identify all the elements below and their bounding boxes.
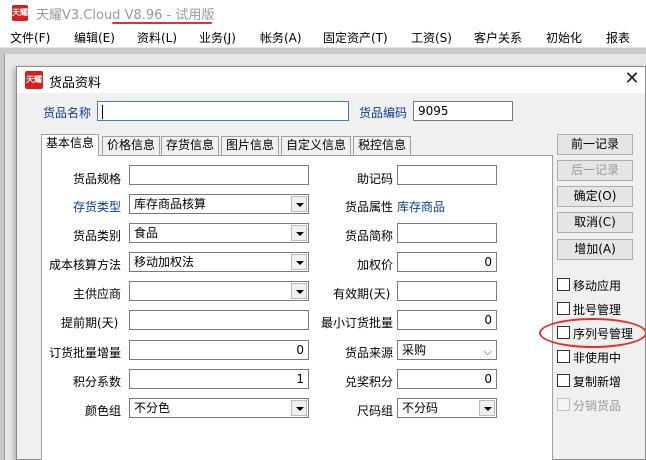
stock-type-select[interactable]: 库存商品核算 — [129, 194, 309, 214]
copy-new-label: 复制新增 — [573, 375, 622, 389]
memo-code-label: 助记码 — [357, 172, 394, 186]
category-select[interactable]: 食品 — [129, 223, 309, 243]
menu-business[interactable]: 业务(J) — [199, 29, 236, 46]
ok-button[interactable]: 确定(O) — [557, 186, 633, 207]
redeem-input[interactable]: 0 — [397, 369, 497, 389]
chevron-down-icon[interactable] — [291, 196, 307, 212]
spec-input[interactable] — [129, 165, 309, 185]
source-label: 货品来源 — [345, 346, 394, 360]
size-group-value: 不分码 — [402, 401, 439, 415]
valid-days-input[interactable] — [397, 281, 497, 301]
dialog-title: 货品资料 — [49, 76, 102, 91]
cost-method-value: 移动加权法 — [134, 255, 195, 269]
size-group-label: 尺码组 — [357, 404, 394, 418]
inactive-checkbox[interactable] — [557, 350, 570, 363]
chevron-down-icon[interactable] — [291, 400, 307, 416]
tab-basic-info[interactable]: 基本信息 — [41, 134, 100, 156]
supplier-label: 主供应商 — [73, 287, 122, 301]
goods-name-label: 货品名称 — [43, 106, 92, 120]
goods-name-input[interactable] — [97, 101, 349, 121]
menubar: 文件(F) 编辑(E) 资料(L) 业务(J) 帐务(A) 固定资产(T) 工资… — [0, 26, 646, 48]
stock-type-label: 存货类型 — [73, 200, 122, 214]
goods-dialog: 天耀 货品资料 ✕ 货品名称 货品编码 9095 基本信息 价格信息 存货信息 … — [16, 66, 646, 460]
stock-type-value: 库存商品核算 — [134, 197, 207, 211]
chevron-down-icon[interactable] — [291, 283, 307, 299]
inactive-label: 非使用中 — [573, 351, 622, 365]
copy-new-checkbox[interactable] — [557, 374, 570, 387]
memo-code-input[interactable] — [397, 165, 497, 185]
cost-method-select[interactable]: 移动加权法 — [129, 252, 309, 272]
color-group-value: 不分色 — [134, 401, 171, 415]
highlight-ellipse — [539, 318, 646, 348]
lead-days-label: 提前期(天) — [61, 316, 119, 330]
distribute-checkbox — [557, 398, 570, 411]
chevron-down-icon[interactable] — [291, 225, 307, 241]
tab-tax-info[interactable]: 税控信息 — [353, 136, 412, 155]
menu-reports[interactable]: 报表 — [606, 29, 630, 46]
chevron-down-icon[interactable] — [291, 254, 307, 270]
short-name-label: 货品简称 — [345, 229, 394, 243]
mobile-app-label: 移动应用 — [573, 279, 622, 293]
tab-price-info[interactable]: 价格信息 — [102, 136, 161, 155]
app-title-prefix: 天耀V3.Cloud — [36, 8, 125, 23]
tab-image-info[interactable]: 图片信息 — [221, 136, 280, 155]
app-title: 天耀V3.Cloud V8.96 - 试用版 — [36, 4, 214, 23]
points-label: 积分系数 — [73, 375, 122, 389]
weighted-price-input[interactable]: 0 — [397, 252, 497, 272]
min-batch-input[interactable]: 0 — [397, 310, 497, 330]
tab-custom-info[interactable]: 自定义信息 — [281, 136, 352, 155]
batch-inc-input[interactable]: 0 — [129, 340, 309, 360]
category-value: 食品 — [134, 226, 159, 240]
close-icon[interactable]: ✕ — [621, 69, 643, 91]
goods-code-input[interactable]: 9095 — [413, 101, 513, 121]
color-group-label: 颜色组 — [85, 404, 122, 418]
goods-code-label: 货品编码 — [359, 106, 408, 120]
menu-payroll[interactable]: 工资(S) — [411, 29, 452, 46]
text-caret — [102, 104, 103, 119]
short-name-input[interactable] — [397, 223, 497, 243]
cancel-button[interactable]: 取消(C) — [557, 212, 633, 233]
menu-crm[interactable]: 客户关系 — [474, 29, 522, 46]
menu-fixed-assets[interactable]: 固定资产(T) — [323, 29, 388, 46]
chevron-down-icon[interactable]: ⌵ — [484, 343, 492, 361]
min-batch-label: 最小订货批量 — [321, 316, 394, 330]
dialog-logo-icon: 天耀 — [25, 71, 43, 89]
weighted-price-label: 加权价 — [357, 258, 394, 272]
color-group-select[interactable]: 不分色 — [129, 398, 309, 418]
mobile-app-checkbox[interactable] — [557, 278, 570, 291]
size-group-select[interactable]: 不分码 — [397, 398, 497, 418]
source-value: 采购 — [402, 343, 427, 357]
menu-file[interactable]: 文件(F) — [10, 29, 50, 46]
menu-accounts[interactable]: 帐务(A) — [260, 29, 302, 46]
version-underline — [112, 22, 212, 24]
dialog-titlebar: 天耀 货品资料 ✕ — [17, 67, 645, 93]
menu-data[interactable]: 资料(L) — [137, 29, 177, 46]
chevron-down-icon[interactable] — [479, 400, 495, 416]
app-logo-icon: 天耀 — [12, 5, 28, 21]
valid-days-label: 有效期(天) — [333, 287, 391, 301]
next-record-button[interactable]: 后一记录 — [557, 160, 633, 181]
supplier-select[interactable] — [129, 281, 309, 301]
app-titlebar: 天耀 天耀V3.Cloud V8.96 - 试用版 — [0, 0, 646, 26]
goods-attr-label: 货品属性 — [345, 200, 394, 214]
prev-record-button[interactable]: 前一记录 — [557, 134, 633, 155]
source-select[interactable]: 采购 ⌵ — [397, 340, 497, 360]
goods-attr-value: 库存商品 — [397, 200, 446, 214]
menu-init[interactable]: 初始化 — [546, 29, 582, 46]
spec-label: 货品规格 — [73, 172, 122, 186]
redeem-label: 兑奖积分 — [345, 375, 394, 389]
batch-mgmt-label: 批号管理 — [573, 303, 622, 317]
batch-mgmt-checkbox[interactable] — [557, 302, 570, 315]
lead-days-input[interactable] — [129, 310, 309, 330]
cost-method-label: 成本核算方法 — [49, 258, 122, 272]
tab-stock-info[interactable]: 存货信息 — [161, 136, 220, 155]
menu-edit[interactable]: 编辑(E) — [74, 29, 115, 46]
distribute-label: 分销货品 — [573, 399, 622, 413]
batch-inc-label: 订货批量增量 — [49, 346, 122, 360]
add-button[interactable]: 增加(A) — [557, 239, 633, 260]
points-input[interactable]: 1 — [129, 369, 309, 389]
category-label: 货品类别 — [73, 229, 122, 243]
app-version: V8.96 - 试用版 — [124, 8, 215, 23]
